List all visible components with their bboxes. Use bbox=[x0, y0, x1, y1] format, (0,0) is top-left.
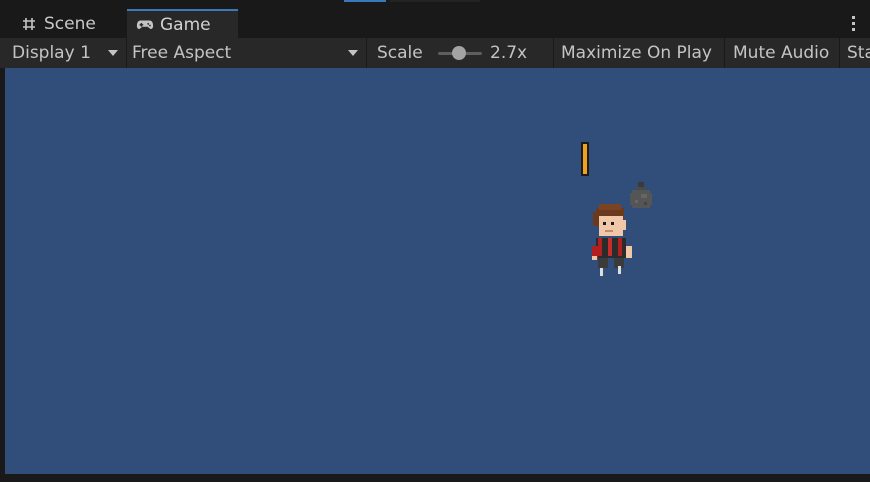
display-dropdown-value: Display 1 bbox=[12, 43, 91, 63]
chevron-down-icon bbox=[348, 50, 358, 56]
display-dropdown[interactable]: Display 1 bbox=[0, 38, 126, 68]
scale-value-text: 2.7x bbox=[490, 43, 528, 63]
tab-scene-label: Scene bbox=[44, 13, 96, 34]
window-accent-dark bbox=[390, 0, 480, 2]
tab-game-label: Game bbox=[160, 14, 211, 35]
player-character-sprite bbox=[592, 204, 632, 276]
maximize-on-play-label: Maximize On Play bbox=[561, 43, 712, 63]
tab-game[interactable]: Game bbox=[127, 9, 238, 38]
power-gauge bbox=[581, 142, 589, 176]
tab-scene[interactable]: Scene bbox=[10, 9, 122, 38]
tab-menu-kebab-icon[interactable] bbox=[848, 12, 858, 34]
maximize-on-play-toggle[interactable]: Maximize On Play bbox=[554, 38, 724, 68]
grid-hash-icon bbox=[20, 15, 38, 33]
mute-audio-label: Mute Audio bbox=[733, 43, 830, 63]
gamepad-icon bbox=[136, 16, 154, 34]
toolbar-divider bbox=[366, 38, 367, 68]
mute-audio-toggle[interactable]: Mute Audio bbox=[725, 38, 839, 68]
aspect-dropdown-value: Free Aspect bbox=[132, 43, 232, 63]
scale-label-text: Scale bbox=[377, 43, 423, 63]
window-accent bbox=[344, 0, 386, 2]
bottom-strip bbox=[0, 474, 870, 482]
stats-label: Stats bbox=[847, 43, 870, 63]
scale-label: Scale bbox=[377, 38, 437, 68]
chevron-down-icon bbox=[108, 50, 118, 56]
aspect-dropdown[interactable]: Free Aspect bbox=[127, 38, 366, 68]
tab-bar: Scene Game bbox=[0, 8, 870, 38]
editor-top-strip bbox=[0, 0, 870, 8]
scale-slider-thumb[interactable] bbox=[452, 46, 466, 60]
game-toolbar: Display 1 Free Aspect Scale 2.7x Maximiz… bbox=[0, 38, 870, 69]
power-gauge-fill bbox=[583, 144, 587, 174]
stats-toggle[interactable]: Stats bbox=[840, 38, 870, 68]
scale-value: 2.7x bbox=[490, 38, 550, 68]
game-viewport[interactable] bbox=[5, 68, 870, 474]
